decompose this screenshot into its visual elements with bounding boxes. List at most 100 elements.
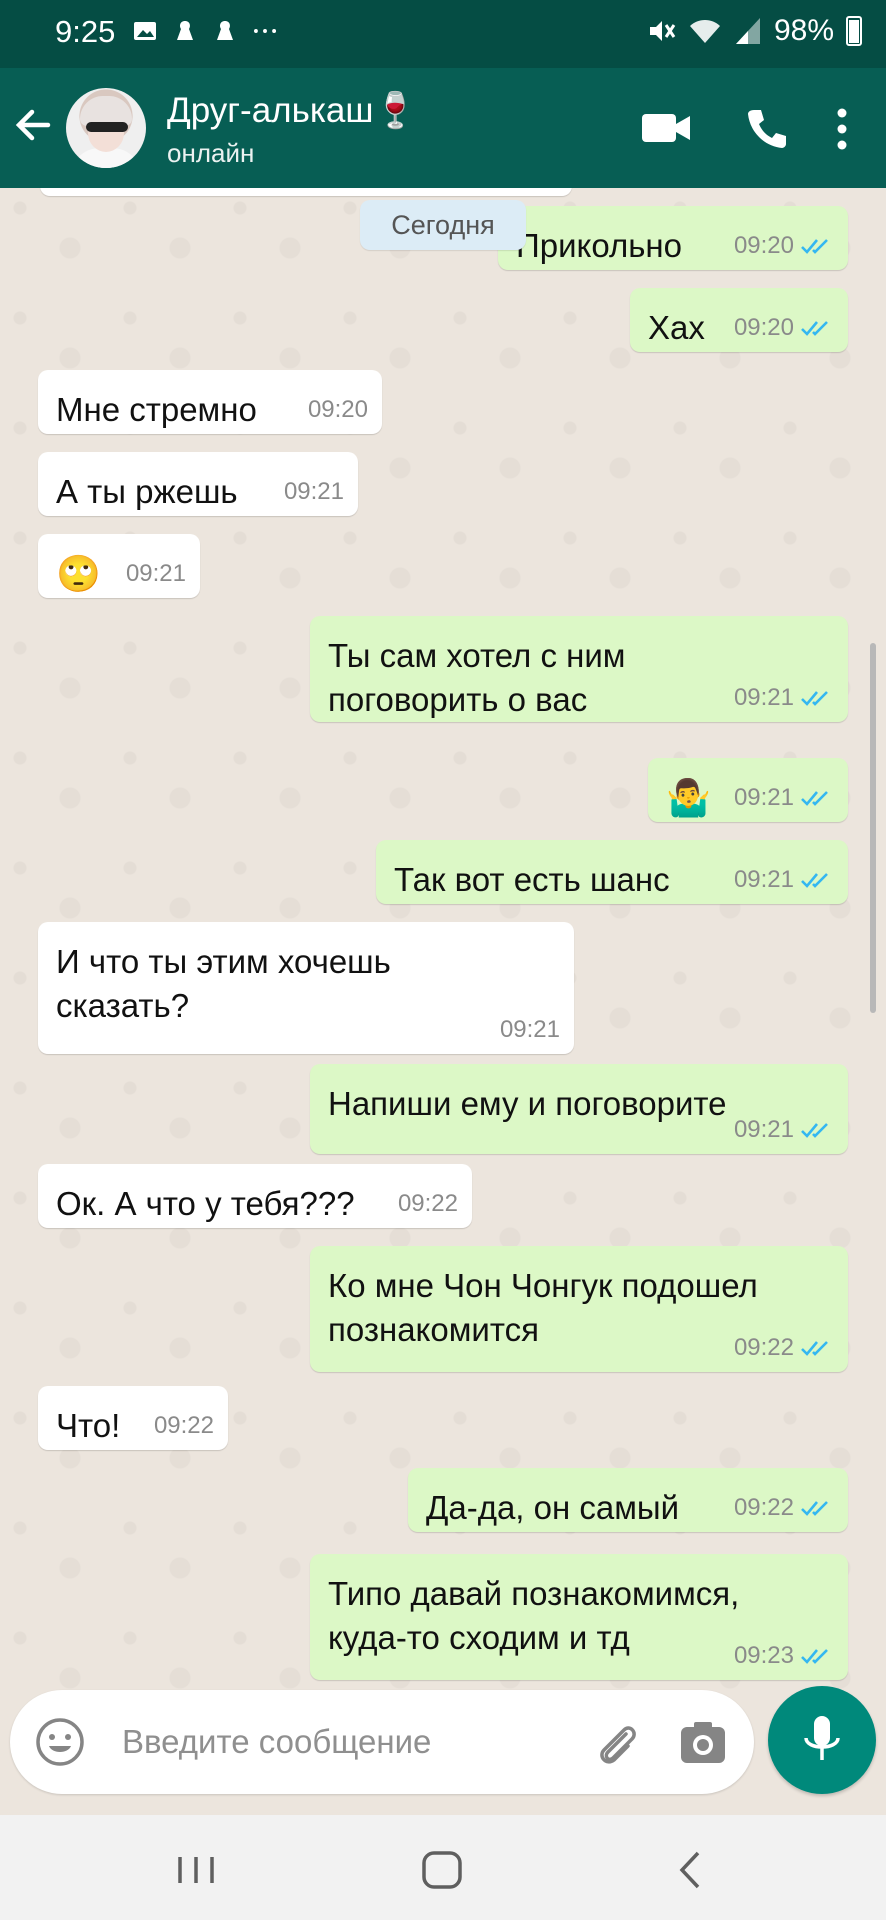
voice-call-icon[interactable] [744,106,788,150]
message-text: Так вот есть шанс [394,861,670,898]
recent-apps-icon[interactable] [166,1845,226,1895]
message-meta: 09:22 [734,1494,834,1522]
message-meta: 09:20 [308,396,368,424]
message-time: 09:21 [499,1016,560,1043]
message-text: Прикольно [516,227,682,264]
message-bubble-outgoing[interactable]: Типо давай познакомимся, куда-то сходим … [310,1554,848,1680]
status-time: 9:25 [55,14,116,49]
system-nav-bar [0,1815,886,1920]
message-emoji: 🙄 [56,553,101,594]
message-text: И что ты этим хочешь сказать? [56,943,391,1024]
status-system-icons: 98% [646,14,862,48]
voice-record-button[interactable] [768,1686,876,1794]
video-call-icon[interactable] [640,110,692,146]
message-text: Ко мне Чон Чонгук подошел познакомится [328,1267,758,1348]
message-meta: 09:22 [734,1334,834,1362]
status-notification-icons [132,18,278,44]
message-bubble-outgoing[interactable]: Прикольно 09:20 [498,206,848,270]
message-time: 09:22 [733,1334,794,1361]
camera-icon[interactable] [678,1718,728,1768]
message-text: А ты ржешь [56,473,238,510]
date-divider: Сегодня [360,200,526,250]
message-bubble-incoming[interactable]: А ты ржешь 09:21 [38,452,358,516]
contact-status: онлайн [167,138,255,168]
message-time: 09:21 [733,684,794,711]
microphone-icon [804,1716,840,1760]
message-meta: 09:22 [154,1412,214,1440]
message-time: 09:21 [733,784,794,811]
message-time: 09:22 [153,1412,214,1439]
message-meta: 09:21 [500,1016,560,1044]
message-text: Мне стремно [56,391,257,428]
double-check-icon [801,1649,828,1664]
message-bubble-outgoing[interactable]: Ты сам хотел с ним поговорить о вас 09:2… [310,616,848,722]
message-text: Да-да, он самый [426,1489,680,1526]
back-arrow-icon[interactable] [10,102,56,148]
message-input[interactable] [122,1712,482,1772]
message-text: Ок. А что у тебя??? [56,1185,355,1222]
message-meta: 09:20 [734,232,834,260]
more-dots-icon [253,29,277,33]
back-nav-icon[interactable] [660,1845,720,1895]
chat-header: Друг-алькаш🍷 онлайн [0,68,886,188]
double-check-icon [801,1341,828,1356]
message-time: 09:21 [733,866,794,893]
bts-icon [217,21,233,40]
message-meta: 09:21 [734,1116,834,1144]
chat-area[interactable]: Прикольно 09:20 Сегодня Хах 09:20 Мне ст… [0,188,886,1693]
message-bubble-outgoing[interactable]: Да-да, он самый 09:22 [408,1468,848,1532]
message-time: 09:21 [733,1116,794,1143]
image-icon [134,22,156,40]
scrollbar[interactable] [870,643,876,1013]
double-check-icon [801,1123,828,1138]
message-bubble-outgoing[interactable]: Напиши ему и поговорите 09:21 [310,1064,848,1154]
message-time: 09:20 [733,232,794,259]
message-bubble-incoming[interactable]: Что! 09:22 [38,1386,228,1450]
message-bubble-incoming[interactable]: 🙄 09:21 [38,534,200,598]
message-bubble-outgoing[interactable]: Так вот есть шанс 09:21 [376,840,848,904]
message-time: 09:21 [125,560,186,587]
mute-icon [649,21,676,41]
message-text: Типо давай познакомимся, куда-то сходим … [328,1575,740,1656]
message-time: 09:22 [733,1494,794,1521]
message-meta: 09:21 [126,560,186,588]
message-composer [10,1690,754,1794]
double-check-icon [801,791,828,806]
double-check-icon [801,1501,828,1516]
status-bar: 9:25 98% [0,0,886,68]
double-check-icon [801,691,828,706]
menu-more-icon[interactable] [834,106,850,152]
message-text: Хах [648,309,705,346]
message-bubble-outgoing[interactable]: Ко мне Чон Чонгук подошел познакомится 0… [310,1246,848,1372]
home-icon[interactable] [412,1845,472,1895]
bts-icon [177,21,193,40]
avatar[interactable] [66,88,146,168]
message-time: 09:20 [733,314,794,341]
message-bubble-incoming[interactable]: Ок. А что у тебя??? 09:22 [38,1164,472,1228]
message-time: 09:23 [733,1642,794,1669]
emoji-icon[interactable] [34,1716,86,1768]
signal-icon [735,18,760,44]
message-meta: 09:21 [284,478,344,506]
message-emoji: 🤷‍♂️ [666,777,711,818]
message-bubble-outgoing[interactable]: 🤷‍♂️ 09:21 [648,758,848,822]
message-meta: 09:21 [734,866,834,894]
double-check-icon [801,873,828,888]
message-text: Ты сам хотел с ним поговорить о вас [328,637,626,718]
wifi-icon [689,20,720,43]
message-meta: 09:21 [734,784,834,812]
message-time: 09:22 [397,1190,458,1217]
message-meta: 09:20 [734,314,834,342]
paperclip-icon[interactable] [590,1718,642,1770]
message-meta: 09:22 [398,1190,458,1218]
message-bubble-incoming[interactable]: И что ты этим хочешь сказать? 09:21 [38,922,574,1054]
battery-icon [846,16,862,46]
wine-emoji: 🍷 [373,91,418,130]
message-time: 09:21 [283,478,344,505]
message-meta: 09:23 [734,1642,834,1670]
message-bubble-outgoing[interactable]: Хах 09:20 [630,288,848,352]
message-text: Что! [56,1407,121,1444]
message-meta: 09:21 [734,684,834,712]
message-bubble-incoming[interactable]: Мне стремно 09:20 [38,370,382,434]
contact-name[interactable]: Друг-алькаш🍷 [167,90,417,131]
